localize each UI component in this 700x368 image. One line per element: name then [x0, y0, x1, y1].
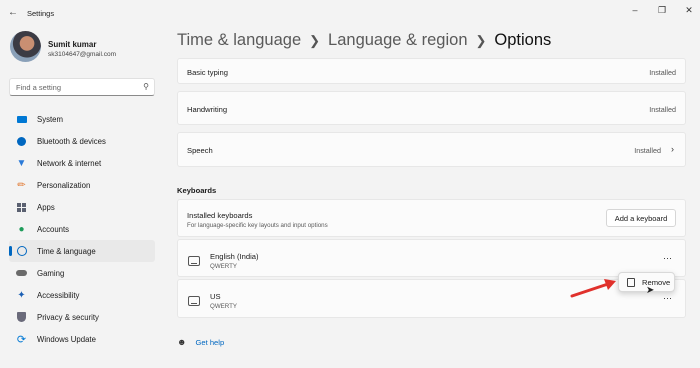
sidebar-item-label: System — [37, 114, 63, 124]
keyboard-layout: QWERTY — [210, 263, 238, 270]
feature-label: Basic typing — [187, 68, 228, 77]
sidebar-item-label: Accessibility — [37, 290, 80, 300]
breadcrumb-time-language[interactable]: Time & language — [177, 31, 301, 49]
accessibility-icon: ✦ — [17, 289, 26, 301]
close-icon[interactable]: ✕ — [683, 5, 695, 16]
sidebar-item-label: Gaming — [37, 268, 65, 278]
feature-basic-typing: Basic typing Installed — [177, 58, 686, 84]
add-keyboard-button[interactable]: Add a keyboard — [606, 209, 676, 227]
keyboard-icon — [188, 256, 200, 266]
search-box[interactable]: ⚲ — [9, 78, 155, 96]
help-chat-icon: ☻ — [177, 337, 187, 347]
sidebar-item-accessibility[interactable]: ✦ Accessibility — [9, 284, 155, 306]
apps-icon — [16, 202, 27, 213]
user-email: sk3104647@gmail.com — [48, 51, 117, 58]
feature-status: Installed — [649, 105, 676, 114]
keyboard-name: US — [210, 292, 221, 301]
keyboard-layout: QWERTY — [210, 303, 238, 310]
back-arrow-icon[interactable]: ← — [8, 7, 18, 18]
gamepad-icon — [16, 268, 27, 279]
avatar — [10, 31, 41, 62]
sidebar-item-label: Windows Update — [37, 334, 96, 344]
chevron-right-icon: ❯ — [475, 33, 487, 48]
feature-status: Installed — [649, 68, 676, 77]
shield-icon — [16, 312, 27, 323]
chevron-right-icon: › — [671, 144, 674, 154]
brush-icon: ✏ — [17, 179, 26, 191]
installed-keyboards-title: Installed keyboards — [187, 211, 253, 220]
sidebar-item-label: Time & language — [37, 246, 96, 256]
keyboards-section-title: Keyboards — [177, 186, 217, 195]
annotation-arrow — [570, 279, 616, 298]
feature-label: Handwriting — [187, 105, 228, 114]
title-bar: ← Settings – ❐ ✕ — [0, 0, 700, 24]
sidebar-item-label: Network & internet — [37, 158, 102, 168]
person-icon: ● — [18, 223, 25, 235]
sidebar-item-privacy[interactable]: Privacy & security — [9, 306, 155, 328]
installed-keyboards-card: Installed keyboards For language-specifi… — [177, 199, 686, 237]
page-title: Options — [494, 31, 552, 49]
sidebar-item-personalization[interactable]: ✏ Personalization — [9, 174, 155, 196]
maximize-icon[interactable]: ❐ — [656, 5, 668, 16]
sidebar-item-network[interactable]: ▼ Network & internet — [9, 152, 155, 174]
more-options-icon[interactable]: ⋯ — [663, 293, 673, 304]
feature-label: Speech — [187, 146, 213, 155]
get-help-link[interactable]: ☻ Get help — [177, 337, 224, 347]
sidebar-item-label: Accounts — [37, 224, 70, 234]
sidebar-item-label: Privacy & security — [37, 312, 99, 322]
app-title: Settings — [27, 9, 55, 18]
sidebar-item-label: Apps — [37, 202, 55, 212]
keyboard-name: English (India) — [210, 252, 259, 261]
feature-speech[interactable]: Speech Installed › — [177, 132, 686, 167]
sidebar-item-apps[interactable]: Apps — [9, 196, 155, 218]
keyboard-icon — [188, 296, 200, 306]
trash-icon — [627, 277, 635, 287]
search-input[interactable] — [10, 79, 135, 95]
sidebar-item-time-language[interactable]: Time & language — [9, 240, 155, 262]
breadcrumb: Time & language ❯ Language & region ❯ Option… — [177, 31, 551, 50]
search-icon[interactable]: ⚲ — [143, 82, 149, 91]
bluetooth-icon — [16, 136, 27, 147]
wifi-icon: ▼ — [16, 157, 27, 169]
globe-clock-icon — [16, 246, 27, 257]
more-options-icon[interactable]: ⋯ — [663, 253, 673, 264]
minimize-icon[interactable]: – — [629, 5, 641, 15]
chevron-right-icon: ❯ — [309, 33, 321, 48]
monitor-icon — [16, 114, 27, 125]
user-profile[interactable]: Sumit kumar sk3104647@gmail.com — [10, 31, 160, 71]
sidebar-item-label: Personalization — [37, 180, 91, 190]
get-help-label: Get help — [195, 337, 225, 347]
breadcrumb-language-region[interactable]: Language & region — [328, 31, 467, 49]
refresh-icon: ⟳ — [16, 333, 27, 346]
installed-keyboards-description: For language-specific key layouts and in… — [187, 222, 328, 229]
sidebar-nav: System Bluetooth & devices ▼ Network & i… — [9, 108, 155, 350]
feature-handwriting: Handwriting Installed — [177, 91, 686, 125]
sidebar-item-windows-update[interactable]: ⟳ Windows Update — [9, 328, 155, 350]
feature-status: Installed — [634, 146, 661, 155]
keyboard-item: English (India) QWERTY ⋯ — [177, 239, 686, 277]
sidebar-item-bluetooth[interactable]: Bluetooth & devices — [9, 130, 155, 152]
sidebar-item-gaming[interactable]: Gaming — [9, 262, 155, 284]
mouse-cursor-icon: ➤ — [646, 285, 655, 296]
sidebar-item-label: Bluetooth & devices — [37, 136, 106, 146]
user-name: Sumit kumar — [48, 40, 97, 49]
sidebar-item-system[interactable]: System — [9, 108, 155, 130]
sidebar-item-accounts[interactable]: ● Accounts — [9, 218, 155, 240]
